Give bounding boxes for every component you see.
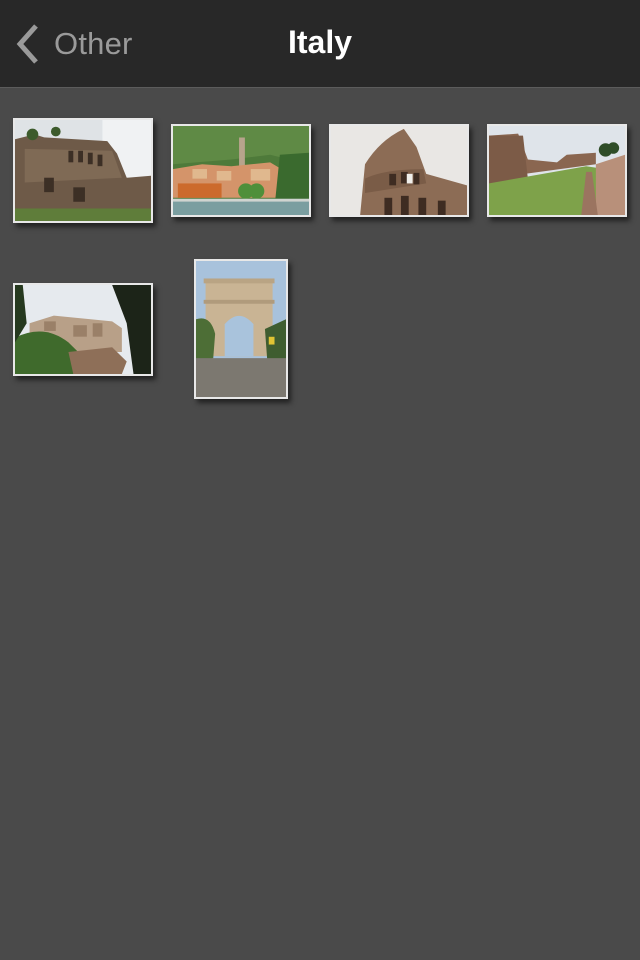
photo-thumbnail[interactable] xyxy=(329,124,469,217)
photo-thumbnail[interactable] xyxy=(13,118,153,223)
photo-arch-of-titus xyxy=(196,261,286,397)
photo-thumbnail[interactable] xyxy=(13,283,153,376)
photo-thumbnail[interactable] xyxy=(171,124,311,217)
photo-rome-view xyxy=(15,285,151,374)
photo-thumbnail[interactable] xyxy=(194,259,288,399)
photo-colosseum xyxy=(331,126,467,215)
navigation-bar: Other Italy xyxy=(0,0,640,88)
photo-thumbnail[interactable] xyxy=(487,124,627,217)
page-title: Italy xyxy=(287,24,353,60)
photo-lakeside-village xyxy=(173,126,309,215)
photo-palatine-stadium xyxy=(489,126,625,215)
photo-palatine-ruins xyxy=(15,120,151,221)
